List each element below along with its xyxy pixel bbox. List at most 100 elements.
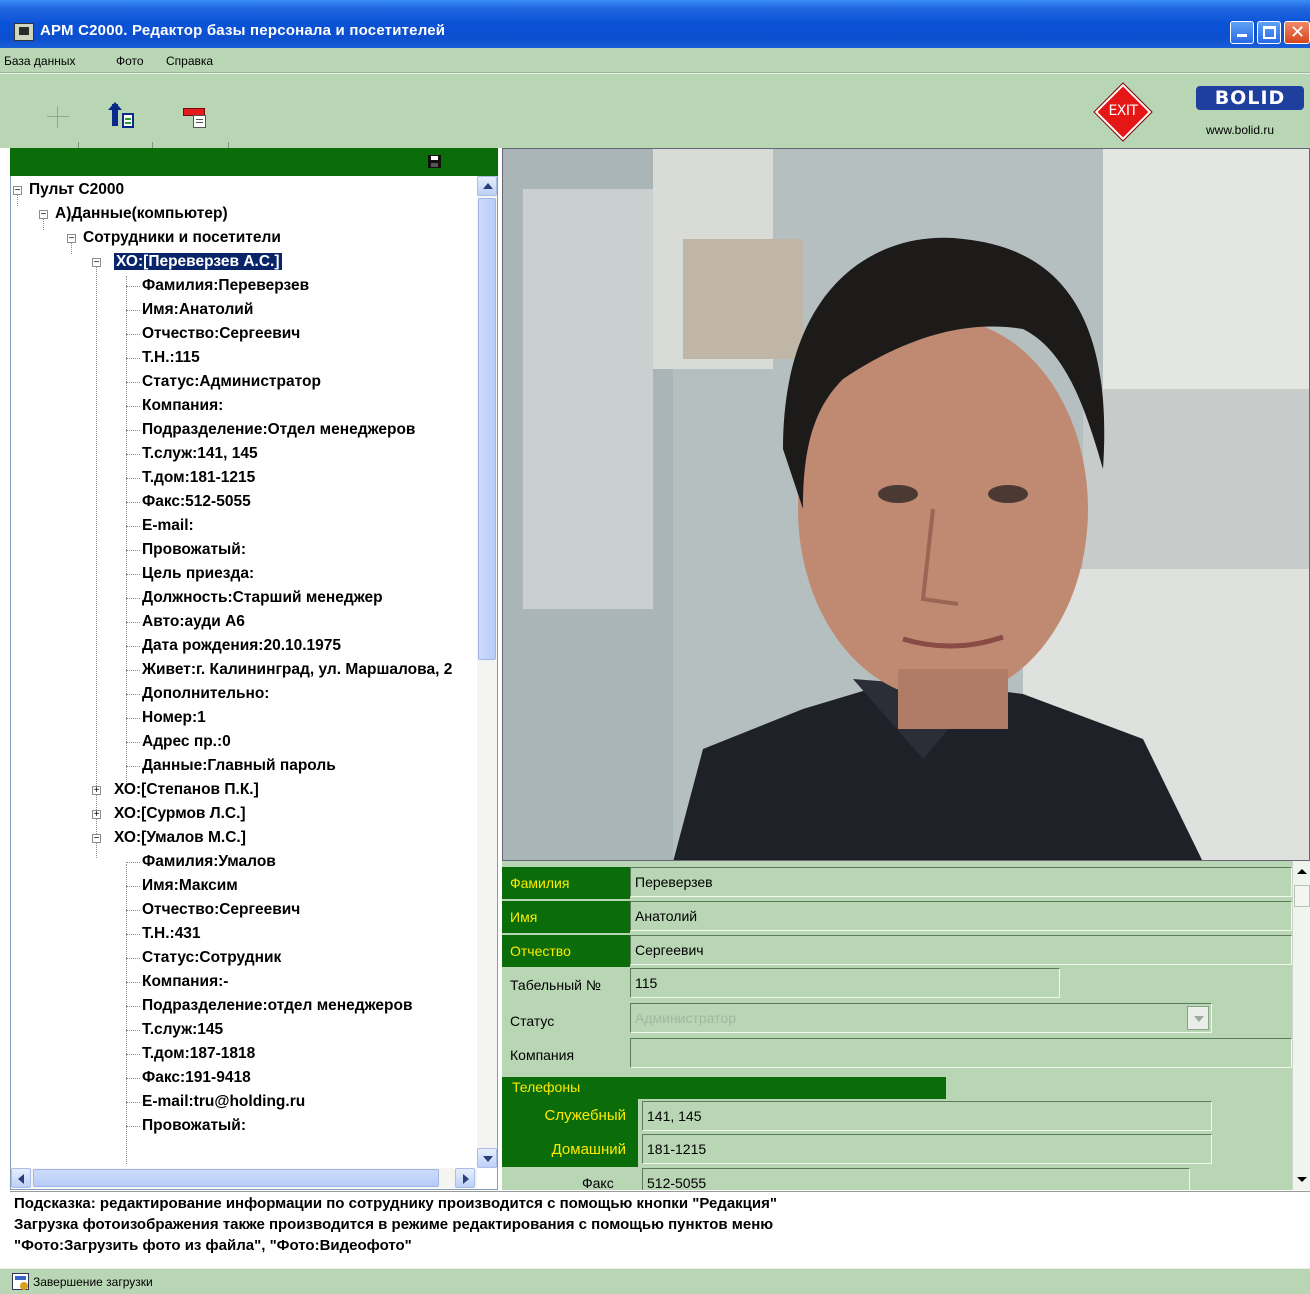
close-button[interactable]: ✕: [1284, 21, 1310, 44]
add-record-button[interactable]: [45, 104, 71, 130]
tree-horizontal-scrollbar[interactable]: [11, 1168, 477, 1188]
tree-field-item[interactable]: Компания:: [11, 394, 223, 418]
title-bar: АРМ С2000. Редактор базы персонала и пос…: [0, 0, 1310, 48]
tree-connector: [126, 670, 140, 671]
tree-connector: [126, 286, 140, 287]
tree-node-person[interactable]: + ХО:[Сурмов Л.С.]: [11, 802, 246, 826]
chevron-down-icon: [483, 1156, 493, 1162]
expand-icon[interactable]: +: [92, 810, 101, 820]
tree-field-item[interactable]: Статус:Администратор: [11, 370, 321, 394]
tree-field-item[interactable]: Фамилия:Переверзев: [11, 274, 309, 298]
hint-line-2: Загрузка фотоизображения также производи…: [14, 1216, 774, 1233]
scroll-down-button[interactable]: [477, 1148, 497, 1168]
tree-node-person-selected[interactable]: − ХО:[Переверзев А.С.]: [11, 250, 283, 274]
save-icon[interactable]: [428, 155, 441, 168]
chevron-up-icon[interactable]: [1297, 869, 1307, 874]
horizontal-scroll-thumb[interactable]: [33, 1169, 439, 1187]
tree-view[interactable]: − Пульт С2000 − А)Данные(компьютер) − Со…: [10, 176, 498, 1190]
tree-node-root[interactable]: − Пульт С2000: [11, 178, 124, 202]
work-phone-field[interactable]: 141, 145: [642, 1101, 1212, 1131]
tree-field-item[interactable]: Т.дом:187-1818: [11, 1042, 255, 1066]
tabnum-field[interactable]: 115: [630, 968, 1060, 998]
patronymic-field[interactable]: Сергеевич: [630, 935, 1292, 965]
maximize-button[interactable]: [1257, 21, 1281, 44]
tree-field-item[interactable]: Живет:г. Калининград, ул. Маршалова, 2: [11, 658, 452, 682]
collapse-icon[interactable]: −: [39, 210, 48, 220]
collapse-icon[interactable]: −: [13, 186, 22, 196]
tree-vertical-scrollbar[interactable]: [477, 176, 497, 1168]
document-icon: [193, 115, 206, 128]
form-scroll-thumb[interactable]: [1294, 885, 1310, 907]
tree-field-item[interactable]: Данные:Главный пароль: [11, 754, 336, 778]
tree-field-item[interactable]: Дата рождения:20.10.1975: [11, 634, 341, 658]
tree-field-item[interactable]: Цель приезда:: [11, 562, 254, 586]
tree-field-item[interactable]: Факс:512-5055: [11, 490, 251, 514]
tree-field-item[interactable]: Адрес пр.:0: [11, 730, 231, 754]
status-icon: [12, 1273, 29, 1290]
tree-field-item[interactable]: E-mail:: [11, 514, 194, 538]
exit-button[interactable]: EXIT: [1094, 83, 1152, 141]
tree-connector: [126, 982, 140, 983]
tree-field-item[interactable]: Фамилия:Умалов: [11, 850, 276, 874]
name-field[interactable]: Анатолий: [630, 901, 1292, 931]
tree-field-item[interactable]: E-mail:tru@holding.ru: [11, 1090, 305, 1114]
collapse-icon[interactable]: −: [67, 234, 76, 244]
minimize-button[interactable]: [1230, 21, 1254, 44]
tree-field-item[interactable]: Т.дом:181-1215: [11, 466, 255, 490]
work-phone-label: Служебный: [502, 1099, 638, 1133]
tree-field-item[interactable]: Т.Н.:431: [11, 922, 201, 946]
tree-field-item[interactable]: Провожатый:: [11, 538, 246, 562]
chevron-down-icon[interactable]: [1297, 1177, 1307, 1182]
menu-database[interactable]: База данных: [4, 54, 75, 68]
menu-help[interactable]: Справка: [166, 54, 213, 68]
tree-field-item[interactable]: Дополнительно:: [11, 682, 269, 706]
tree-field-item[interactable]: Имя:Максим: [11, 874, 238, 898]
dropdown-arrow-icon[interactable]: [1187, 1006, 1209, 1030]
scroll-right-button[interactable]: [455, 1168, 475, 1188]
tree-connector: [126, 574, 140, 575]
fax-field[interactable]: 512-5055: [642, 1168, 1190, 1190]
company-field[interactable]: [630, 1038, 1292, 1068]
tree-node-person[interactable]: + ХО:[Степанов П.К.]: [11, 778, 259, 802]
tree-field-item[interactable]: Статус:Сотрудник: [11, 946, 281, 970]
tree-field-item[interactable]: Т.служ:141, 145: [11, 442, 258, 466]
tree-field-item[interactable]: Факс:191-9418: [11, 1066, 251, 1090]
tree-connector: [126, 310, 140, 311]
collapse-icon[interactable]: −: [92, 258, 101, 268]
tree-field-item[interactable]: Отчество:Сергеевич: [11, 898, 300, 922]
tree-node-group[interactable]: − Сотрудники и посетители: [11, 226, 281, 250]
expand-icon[interactable]: +: [92, 786, 101, 796]
tree-field-item[interactable]: Т.Н.:115: [11, 346, 200, 370]
fax-label: Факс: [582, 1175, 614, 1190]
tree-field-item[interactable]: Должность:Старший менеджер: [11, 586, 383, 610]
tree-connector: [126, 886, 140, 887]
tree-connector: [126, 910, 140, 911]
scroll-left-button[interactable]: [11, 1168, 31, 1188]
tree-node-data[interactable]: − А)Данные(компьютер): [11, 202, 228, 226]
import-database-button[interactable]: [108, 102, 136, 130]
scroll-up-button[interactable]: [477, 176, 497, 196]
form-vertical-scrollbar[interactable]: [1292, 861, 1310, 1190]
tree-field-item[interactable]: Авто:ауди А6: [11, 610, 245, 634]
status-select[interactable]: Администратор: [630, 1003, 1212, 1033]
scroll-thumb[interactable]: [478, 198, 496, 660]
tree-field-item[interactable]: Т.служ:145: [11, 1018, 223, 1042]
menu-photo[interactable]: Фото: [116, 54, 144, 68]
tree-connector: [126, 430, 140, 431]
collapse-icon[interactable]: −: [92, 834, 101, 844]
app-icon[interactable]: [14, 23, 34, 41]
tree-field-item[interactable]: Отчество:Сергеевич: [11, 322, 300, 346]
tree-field-item[interactable]: Компания:-: [11, 970, 228, 994]
edit-record-button[interactable]: [183, 104, 209, 130]
tree-field-item[interactable]: Провожатый:: [11, 1114, 246, 1138]
home-phone-field[interactable]: 181-1215: [642, 1134, 1212, 1164]
toolbar: EXIT BOLID www.bolid.ru: [0, 73, 1310, 148]
tree-node-person[interactable]: − ХО:[Умалов М.С.]: [11, 826, 246, 850]
surname-field[interactable]: Переверзев: [630, 867, 1292, 897]
hint-line-1: Подсказка: редактирование информации по …: [14, 1195, 777, 1212]
tree-field-item[interactable]: Имя:Анатолий: [11, 298, 253, 322]
tree-field-item[interactable]: Подразделение:отдел менеджеров: [11, 994, 412, 1018]
tree-field-item[interactable]: Подразделение:Отдел менеджеров: [11, 418, 415, 442]
tree-field-item[interactable]: Номер:1: [11, 706, 206, 730]
tree-connector: [126, 862, 140, 863]
